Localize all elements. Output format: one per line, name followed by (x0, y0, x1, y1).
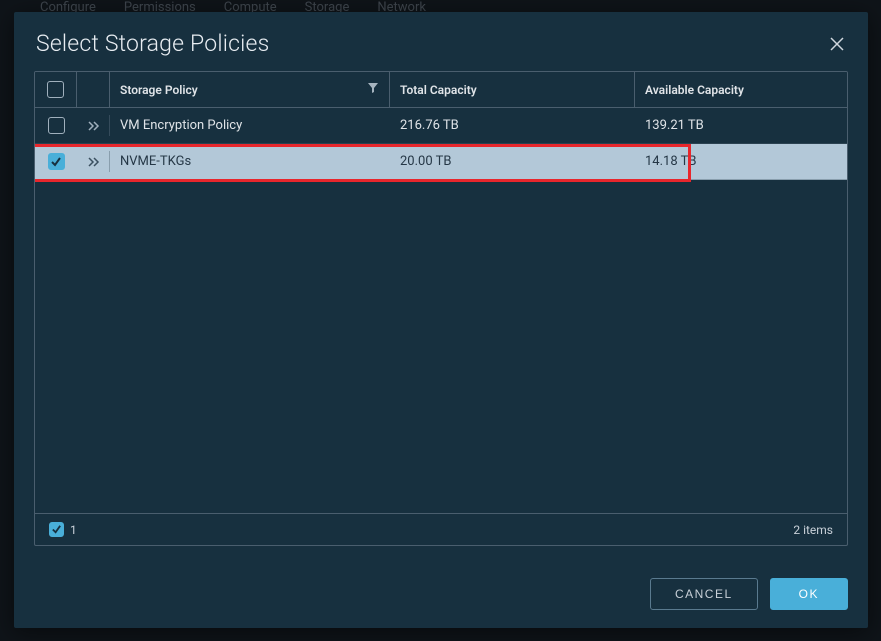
column-header-available-capacity[interactable]: Available Capacity (635, 72, 847, 107)
header-expand-spacer (77, 72, 110, 107)
column-label: Total Capacity (400, 83, 477, 97)
chevron-right-icon (86, 156, 102, 168)
table-header: Storage Policy Total Capacity Available … (35, 72, 847, 108)
row-expand-cell[interactable] (77, 108, 110, 143)
cell-total-capacity: 216.76 TB (390, 108, 635, 143)
column-label: Available Capacity (645, 83, 744, 97)
selected-count-value: 1 (70, 523, 77, 537)
modal-body: Storage Policy Total Capacity Available … (14, 71, 868, 562)
row-checkbox-cell (35, 144, 77, 179)
table-row[interactable]: VM Encryption Policy 216.76 TB 139.21 TB (35, 108, 847, 144)
row-checkbox-cell (35, 108, 77, 143)
cell-storage-policy: NVME-TKGs (110, 144, 390, 179)
close-icon (828, 35, 846, 53)
cell-available-capacity: 139.21 TB (635, 108, 847, 143)
table-footer: 1 2 items (35, 513, 847, 545)
column-header-total-capacity[interactable]: Total Capacity (390, 72, 635, 107)
row-expand-cell[interactable] (77, 144, 110, 179)
column-header-storage-policy[interactable]: Storage Policy (110, 72, 390, 107)
footer-checkbox-icon (49, 522, 64, 537)
filter-icon[interactable] (367, 82, 379, 97)
table-row[interactable]: NVME-TKGs 20.00 TB 14.18 TB (35, 144, 847, 180)
column-label: Storage Policy (120, 83, 198, 97)
storage-policies-table: Storage Policy Total Capacity Available … (34, 71, 848, 546)
chevron-right-icon (86, 120, 102, 132)
items-count: 2 items (793, 523, 833, 537)
selection-count: 1 (49, 522, 77, 537)
cell-available-capacity: 14.18 TB (635, 144, 847, 179)
select-all-checkbox[interactable] (47, 81, 64, 98)
row-checkbox[interactable] (48, 153, 65, 170)
cell-storage-policy: VM Encryption Policy (110, 108, 390, 143)
ok-button[interactable]: OK (770, 578, 848, 610)
close-button[interactable] (828, 35, 846, 53)
row-checkbox[interactable] (48, 117, 65, 134)
cancel-button[interactable]: CANCEL (650, 578, 758, 610)
modal-header: Select Storage Policies (14, 12, 868, 71)
table-body: VM Encryption Policy 216.76 TB 139.21 TB (35, 108, 847, 513)
header-checkbox-cell (35, 72, 77, 107)
modal-footer: CANCEL OK (14, 562, 868, 628)
modal-title: Select Storage Policies (36, 30, 269, 57)
cell-total-capacity: 20.00 TB (390, 144, 635, 179)
select-storage-policies-modal: Select Storage Policies Storage Policy (14, 12, 868, 628)
